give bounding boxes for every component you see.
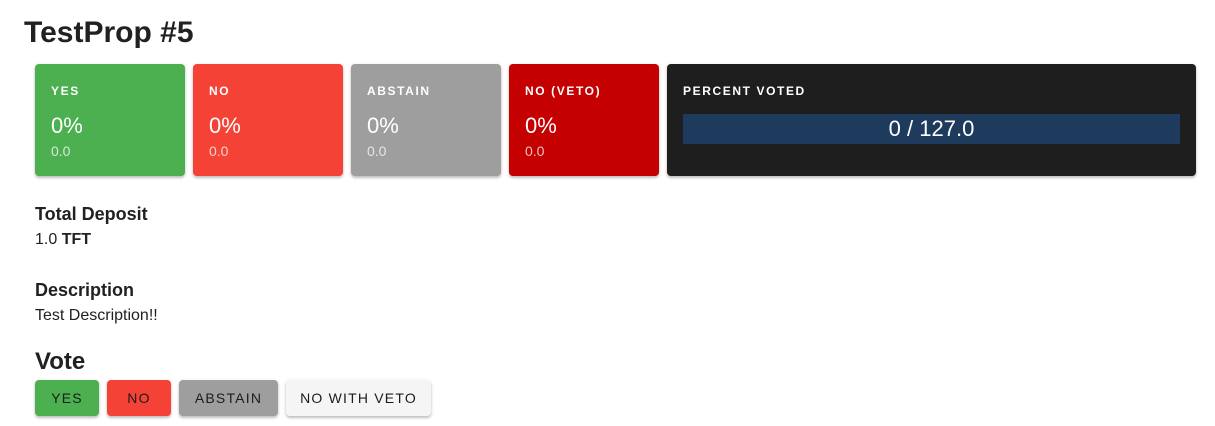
tally-percent-veto: 0% (525, 113, 557, 138)
vote-abstain-button[interactable]: ABSTAIN (179, 380, 278, 416)
tally-percent-yes: 0% (51, 113, 83, 138)
percent-voted-progress-bar: 0 / 127.0 (683, 114, 1180, 144)
vote-no-button[interactable]: NO (107, 380, 171, 416)
tally-amount-yes: 0.0 (51, 143, 71, 159)
tally-label-yes: YES (51, 84, 80, 98)
tally-percent-no: 0% (209, 113, 241, 138)
tally-card-abstain: ABSTAIN 0% 0.0 (351, 64, 501, 176)
tally-amount-abstain: 0.0 (367, 143, 387, 159)
description-label: Description (35, 280, 135, 300)
total-deposit-amount: 1.0 (35, 231, 58, 248)
percent-voted-label: PERCENT VOTED (683, 84, 806, 98)
total-deposit-denom: TFT (61, 231, 92, 248)
description-text: Test Description!! (35, 307, 158, 324)
vote-buttons: YES NO ABSTAIN NO WITH VETO (35, 380, 431, 416)
tally-amount-veto: 0.0 (525, 143, 545, 159)
tally-label-abstain: ABSTAIN (367, 84, 431, 98)
tally-card-veto: NO (VETO) 0% 0.0 (509, 64, 659, 176)
total-deposit-label: Total Deposit (35, 204, 148, 224)
tally-card-yes: YES 0% 0.0 (35, 64, 185, 176)
percent-voted-text: 0 / 127.0 (888, 116, 975, 141)
tally-amount-no: 0.0 (209, 143, 229, 159)
tally-card-no: NO 0% 0.0 (193, 64, 343, 176)
tally-cards: YES 0% 0.0 NO 0% 0.0 ABSTAIN 0% 0.0 NO (… (35, 64, 1196, 176)
percent-voted-card: PERCENT VOTED 0 / 127.0 (667, 64, 1196, 176)
vote-yes-button[interactable]: YES (35, 380, 99, 416)
tally-label-veto: NO (VETO) (525, 84, 602, 98)
proposal-page: TestProp #5 YES 0% 0.0 NO 0% 0.0 ABSTAIN… (0, 0, 1215, 426)
page-title: TestProp #5 (24, 16, 194, 49)
tally-percent-abstain: 0% (367, 113, 399, 138)
vote-title: Vote (35, 348, 86, 375)
tally-label-no: NO (209, 84, 231, 98)
vote-no-with-veto-button[interactable]: NO WITH VETO (286, 380, 431, 416)
total-deposit-value: 1.0 TFT (35, 230, 91, 250)
